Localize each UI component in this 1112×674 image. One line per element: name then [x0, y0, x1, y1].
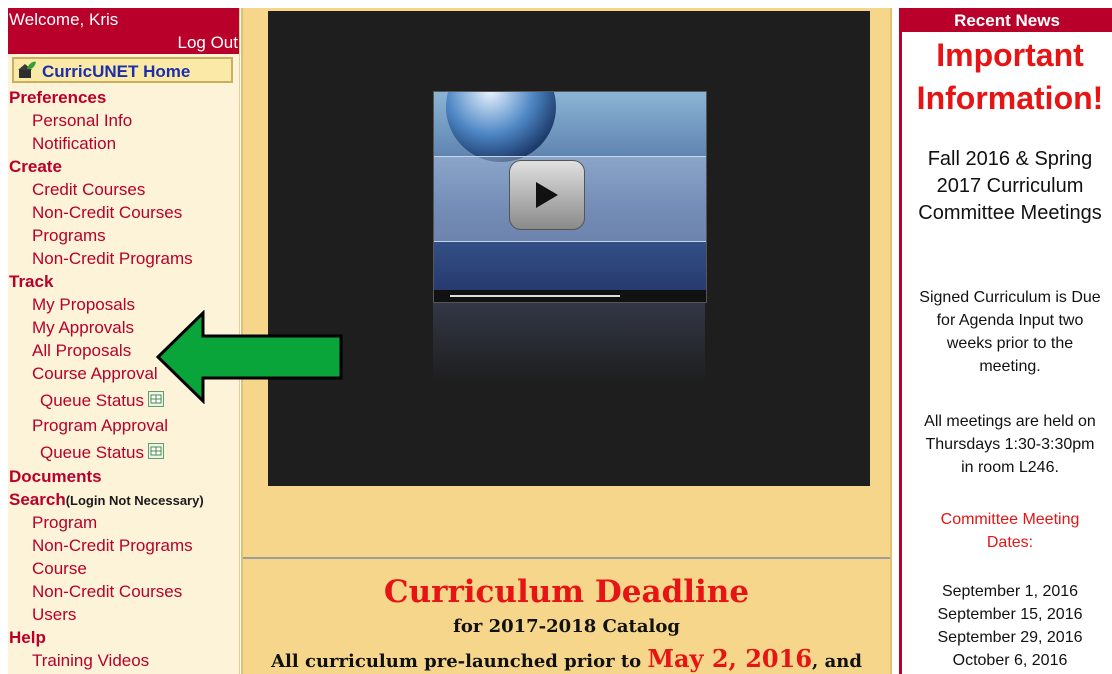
- signed-line-2: for Agenda Input two: [936, 312, 1084, 329]
- arrow-left-icon: [155, 310, 343, 404]
- recent-news-panel: Recent News Important Information! Fall …: [899, 8, 1112, 674]
- nav-item-program-queue-status[interactable]: Queue Status: [40, 443, 164, 463]
- dates-title-line-2: Dates:: [986, 534, 1034, 551]
- welcome-text: Welcome, Kris: [9, 10, 119, 29]
- nav-heading-track: Track: [9, 272, 54, 291]
- important-line-1: Important: [936, 37, 1084, 73]
- search-login-note: (Login Not Necessary): [65, 493, 204, 508]
- nav-item-search-course[interactable]: Course: [32, 559, 87, 579]
- deadline-date: May 2, 2016: [647, 644, 813, 673]
- held-line-1: All meetings are held on: [924, 413, 1096, 430]
- important-information-heading: Important Information!: [902, 34, 1112, 120]
- home-link[interactable]: CurricUNET Home: [42, 62, 190, 82]
- dates-title-line-1: Committee Meeting: [940, 511, 1080, 528]
- recent-news-header: Recent News: [902, 8, 1112, 32]
- nav-item-course-queue-status[interactable]: Queue Status: [40, 391, 164, 411]
- nav-heading-help: Help: [9, 628, 46, 647]
- held-line-3: in room L246.: [961, 459, 1059, 476]
- signed-curriculum-note: Signed Curriculum is Due for Agenda Inpu…: [902, 286, 1112, 378]
- nav-item-notification[interactable]: Notification: [32, 134, 116, 154]
- excel-icon[interactable]: [147, 443, 164, 459]
- deadline-title: Curriculum Deadline: [383, 574, 750, 610]
- deadline-body-before: All curriculum pre-launched prior to: [271, 651, 648, 672]
- program-queue-status-label: Queue Status: [40, 443, 144, 462]
- logout-link[interactable]: Log Out: [178, 33, 239, 53]
- deadline-body-after: , and: [812, 651, 862, 672]
- video-progress-bar[interactable]: [450, 295, 620, 297]
- signed-line-3: weeks prior to the: [946, 335, 1074, 352]
- nav-item-search-non-credit-programs[interactable]: Non-Credit Programs: [32, 536, 193, 556]
- center-divider: [243, 557, 890, 559]
- video-player[interactable]: [268, 11, 870, 486]
- meeting-date: September 1, 2016: [941, 583, 1079, 600]
- home-leaf-icon: [18, 61, 36, 78]
- nav-item-programs[interactable]: Programs: [32, 226, 106, 246]
- home-box[interactable]: CurricUNET Home: [12, 57, 233, 83]
- search-heading-label: Search: [9, 490, 66, 509]
- nav-heading-search: Search(Login Not Necessary): [9, 490, 204, 510]
- nav-heading-create: Create: [9, 157, 62, 176]
- meetings-title: Fall 2016 & Spring 2017 Curriculum Commi…: [902, 146, 1112, 227]
- nav-heading-preferences: Preferences: [9, 88, 107, 107]
- nav-item-all-proposals[interactable]: All Proposals: [32, 341, 131, 361]
- meetings-held-note: All meetings are held on Thursdays 1:30-…: [902, 410, 1112, 479]
- deadline-body: All curriculum pre-launched prior to May…: [243, 644, 890, 673]
- nav-item-training-videos[interactable]: Training Videos: [32, 651, 149, 671]
- nav-item-my-approvals[interactable]: My Approvals: [32, 318, 134, 338]
- meetings-title-line-3: Committee Meetings: [918, 202, 1102, 224]
- nav-item-course-approval[interactable]: Course Approval: [32, 364, 158, 384]
- nav-item-program-approval[interactable]: Program Approval: [32, 416, 168, 436]
- meeting-date: September 29, 2016: [937, 629, 1083, 646]
- nav-item-credit-courses[interactable]: Credit Courses: [32, 180, 145, 200]
- welcome-bar: Welcome, Kris Log Out: [8, 8, 239, 54]
- meeting-date: October 6, 2016: [952, 652, 1068, 669]
- meeting-date: September 15, 2016: [937, 606, 1083, 623]
- meetings-title-line-2: 2017 Curriculum: [936, 175, 1084, 197]
- nav-item-non-credit-courses[interactable]: Non-Credit Courses: [32, 203, 182, 223]
- nav-item-personal-info[interactable]: Personal Info: [32, 111, 132, 131]
- nav-item-search-program[interactable]: Program: [32, 513, 97, 533]
- video-controls[interactable]: [434, 290, 706, 302]
- signed-line-4: meeting.: [979, 358, 1041, 375]
- deadline-subtitle: for 2017-2018 Catalog: [453, 616, 680, 637]
- nav-item-search-users[interactable]: Users: [32, 605, 76, 625]
- important-line-2: Information!: [916, 80, 1104, 116]
- held-line-2: Thursdays 1:30-3:30pm: [925, 436, 1095, 453]
- nav-item-my-proposals[interactable]: My Proposals: [32, 295, 135, 315]
- globe-image: [446, 92, 556, 162]
- course-queue-status-label: Queue Status: [40, 391, 144, 410]
- video-reflection: [433, 303, 705, 383]
- meetings-title-line-1: Fall 2016 & Spring: [927, 148, 1093, 170]
- signed-line-1: Signed Curriculum is Due: [919, 289, 1101, 306]
- play-icon: [536, 182, 558, 208]
- nav-heading-documents[interactable]: Documents: [9, 467, 102, 487]
- play-button[interactable]: [509, 160, 585, 230]
- meeting-dates-title: Committee Meeting Dates:: [902, 508, 1112, 554]
- meeting-dates-list: September 1, 2016 September 15, 2016 Sep…: [902, 580, 1112, 672]
- nav-item-search-non-credit-courses[interactable]: Non-Credit Courses: [32, 582, 182, 602]
- nav-item-non-credit-programs[interactable]: Non-Credit Programs: [32, 249, 193, 269]
